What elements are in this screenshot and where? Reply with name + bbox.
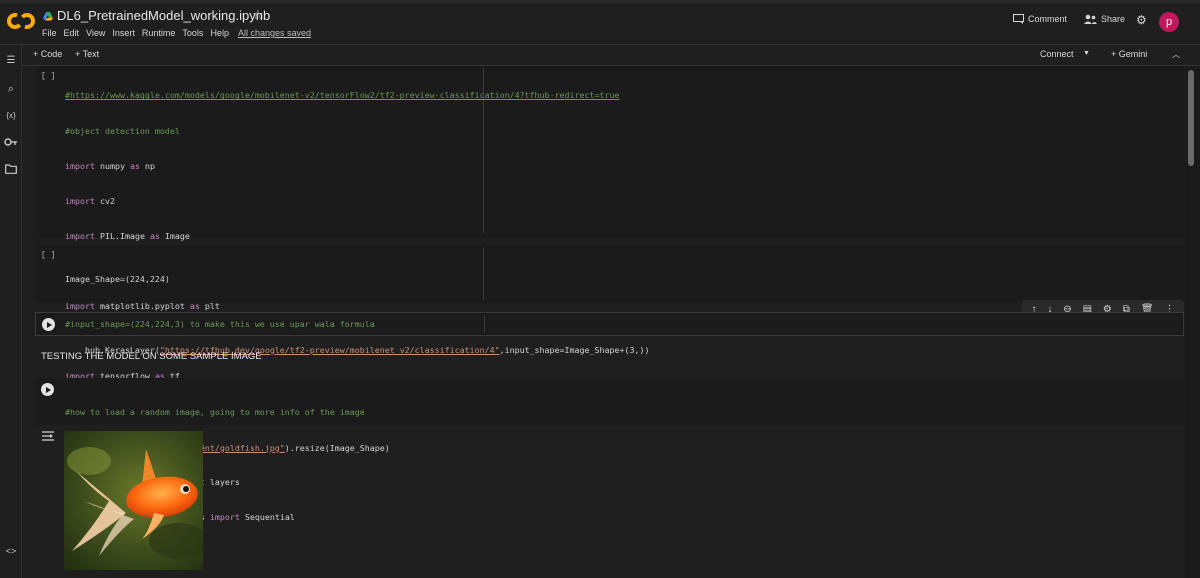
run-icon[interactable] xyxy=(42,318,55,331)
secrets-key-icon[interactable] xyxy=(4,137,18,151)
gear-icon[interactable]: ⚙ xyxy=(1136,13,1147,27)
gemini-button[interactable]: + Gemini xyxy=(1111,49,1147,59)
menu-tools[interactable]: Tools xyxy=(182,28,203,42)
code-cell-load-image[interactable]: #how to load a random image, going to mo… xyxy=(35,378,1184,488)
code-line[interactable]: #input_shape=(224,224,3) to make this we… xyxy=(65,319,375,331)
code-line: #how to load a random image, going to mo… xyxy=(65,407,365,418)
share-icon xyxy=(1084,14,1097,24)
add-code-button[interactable]: + Code xyxy=(33,49,62,59)
cell-run-bracket[interactable]: [ ] xyxy=(41,251,55,260)
menu-view[interactable]: View xyxy=(86,28,105,42)
scrollbar-thumb[interactable] xyxy=(1188,70,1194,166)
star-icon[interactable]: ☆ xyxy=(252,7,264,23)
code-line: import cv2 xyxy=(65,195,115,206)
search-icon[interactable]: ⌕ xyxy=(4,82,18,96)
folder-icon[interactable] xyxy=(4,164,18,178)
share-label: Share xyxy=(1101,14,1126,24)
save-status[interactable]: All changes saved xyxy=(238,28,311,42)
drive-icon[interactable] xyxy=(43,11,53,21)
menu-help[interactable]: Help xyxy=(210,28,229,42)
colab-logo-icon[interactable] xyxy=(6,12,36,30)
comment-icon xyxy=(1013,14,1024,24)
menu-insert[interactable]: Insert xyxy=(112,28,135,42)
chevron-up-icon[interactable]: ︿ xyxy=(1172,49,1180,60)
menu-bar: File Edit View Insert Runtime Tools Help… xyxy=(42,28,318,42)
code-snippets-icon[interactable]: <> xyxy=(4,544,18,558)
variables-icon[interactable]: {x} xyxy=(4,109,18,123)
code-line: #https://www.kaggle.com/models/google/mo… xyxy=(65,90,620,101)
code-line: #object detection model xyxy=(65,125,180,136)
goldfish-image xyxy=(64,431,203,570)
line-ruler xyxy=(484,315,485,333)
toc-icon[interactable]: ☰ xyxy=(4,54,18,68)
code-line: import PIL.Image as Image xyxy=(65,230,190,241)
code-cell-comment[interactable]: #input_shape=(224,224,3) to make this we… xyxy=(35,312,1184,336)
run-icon[interactable] xyxy=(41,383,54,396)
left-rail: ☰ ⌕ {x} <> xyxy=(0,45,22,578)
comment-label: Comment xyxy=(1028,14,1068,24)
code-cell-imports[interactable]: [ ] #https://www.kaggle.com/models/googl… xyxy=(35,66,1184,522)
menu-edit[interactable]: Edit xyxy=(64,28,80,42)
cell-run-bracket[interactable]: [ ] xyxy=(41,72,55,81)
connect-button[interactable]: Connect xyxy=(1040,49,1074,59)
code-line: Image_Shape=(224,224) xyxy=(65,274,170,285)
notebook-toolbar: + Code + Text Connect ▼ + Gemini ︿ xyxy=(0,44,1200,66)
menu-runtime[interactable]: Runtime xyxy=(142,28,176,42)
avatar[interactable]: p xyxy=(1159,12,1179,32)
code-cell-classifier[interactable]: [ ] Image_Shape=(224,224) classifier =tf… xyxy=(35,245,1184,390)
comment-button[interactable]: Comment xyxy=(1013,14,1067,24)
header-bar: DL6_PretrainedModel_working.ipynb ☆ File… xyxy=(0,0,1200,44)
share-button[interactable]: Share xyxy=(1084,14,1125,24)
menu-file[interactable]: File xyxy=(42,28,57,42)
top-strip xyxy=(0,0,1200,3)
add-text-button[interactable]: + Text xyxy=(75,49,99,59)
chevron-down-icon[interactable]: ▼ xyxy=(1083,50,1090,57)
notebook-title[interactable]: DL6_PretrainedModel_working.ipynb xyxy=(57,8,270,23)
markdown-heading: TESTING THE MODEL ON SOME SAMPLE IMAGE xyxy=(41,351,262,362)
code-line: import numpy as np xyxy=(65,160,155,171)
output-icon[interactable] xyxy=(42,431,54,443)
